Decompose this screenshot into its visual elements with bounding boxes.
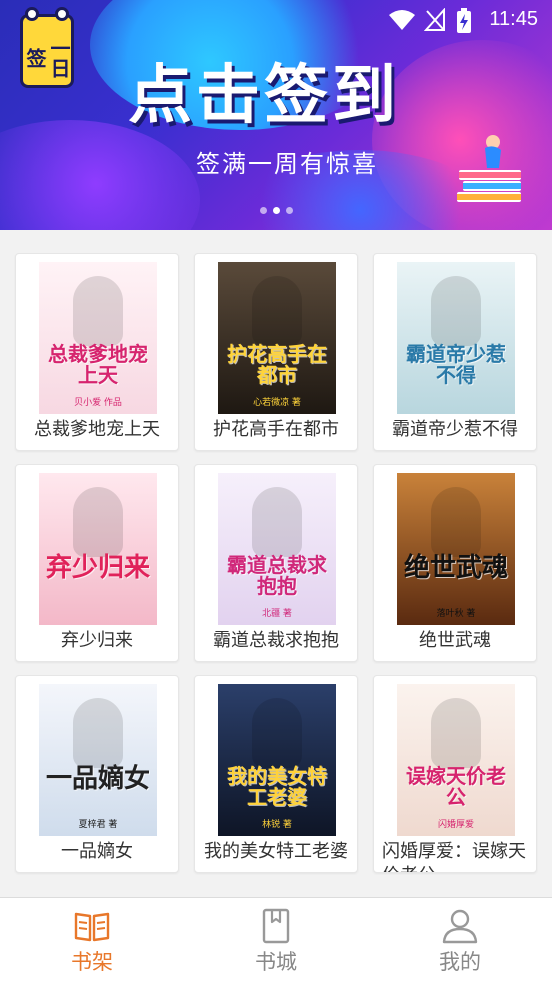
pager-dot-active[interactable] (273, 207, 280, 214)
calendar-ring (55, 7, 69, 21)
cover-title: 霸道总裁求抱抱 (227, 553, 327, 598)
book-title[interactable]: 霸道总裁求抱抱 (203, 629, 349, 653)
book-stack-icon (457, 135, 521, 202)
book-cover[interactable]: 护花高手在都市心若微凉 著 (218, 262, 336, 414)
cover-title: 弃少归来 (45, 553, 150, 583)
cover-illustration (252, 487, 302, 557)
book-card[interactable]: 总裁爹地宠上天 贝小爱 作品 总裁爹地宠上天 (15, 253, 179, 451)
tab-label: 书城 (255, 950, 297, 974)
tab-bookstore[interactable]: 书城 (184, 898, 368, 981)
pager-dot[interactable] (286, 207, 293, 214)
banner-subtitle: 签满一周有惊喜 (196, 150, 378, 178)
book-cover[interactable]: 霸道总裁求抱抱北疆 著 (218, 473, 336, 625)
status-time: 11:45 (489, 8, 538, 30)
book-title[interactable]: 弃少归来 (24, 629, 170, 653)
cover-author: 落叶秋 著 (436, 609, 476, 619)
cover-title: 霸道帝少惹不得 (406, 342, 506, 387)
book-title[interactable]: 总裁爹地宠上天 (24, 418, 170, 442)
book-cover[interactable]: 绝世武魂 落叶秋 著 (397, 473, 515, 625)
cover-title: 绝世武魂 (403, 553, 508, 583)
user-icon (442, 909, 478, 944)
book-title[interactable]: 我的美女特工老婆 (203, 840, 349, 864)
book-card[interactable]: 霸道帝少惹不得 霸道帝少惹不得 (373, 253, 537, 451)
banner-title: 点击签到 (128, 59, 400, 133)
bookmark-book-icon (262, 908, 290, 944)
cover-author: 闪婚厚爱 (437, 820, 474, 830)
cover-author: 北疆 著 (262, 609, 292, 619)
cover-title: 误嫁天价老公 (406, 764, 506, 809)
cover-author: 夏梓君 著 (78, 820, 118, 830)
book-title[interactable]: 一品嫡女 (24, 840, 170, 864)
sign-in-banner[interactable]: 11:45 一日签 点击签到 签满一周有惊喜 (0, 0, 552, 230)
cover-title: 我的美女特工老婆 (227, 764, 327, 809)
cover-title: 总裁爹地宠上天 (48, 342, 148, 387)
tab-bookshelf[interactable]: 书架 (0, 898, 184, 981)
book-card[interactable]: 绝世武魂 落叶秋 著绝世武魂 (373, 464, 537, 662)
book-cover[interactable]: 总裁爹地宠上天贝小爱 作品 (39, 262, 157, 414)
book-cover[interactable]: 一品嫡女 夏梓君 著 (39, 684, 157, 836)
cover-illustration (73, 276, 123, 346)
cover-illustration (252, 276, 302, 346)
cover-illustration (252, 698, 302, 768)
cover-author: 心若微凉 著 (253, 398, 301, 408)
cover-illustration (431, 698, 481, 768)
bookshelf-grid: 总裁爹地宠上天 贝小爱 作品 总裁爹地宠上天 护花高手在都市 心若微凉 著护花高手在都市… (15, 253, 537, 873)
book-card[interactable]: 一品嫡女 夏梓君 著一品嫡女 (15, 675, 179, 873)
cover-author: 贝小爱 作品 (74, 398, 122, 408)
banner-pager[interactable] (260, 207, 293, 214)
book-title[interactable]: 护花高手在都市 (203, 418, 349, 442)
book-title[interactable]: 霸道帝少惹不得 (382, 418, 528, 442)
signal-off-icon (424, 8, 445, 31)
book-title[interactable]: 绝世武魂 (382, 629, 528, 653)
wifi-icon (389, 10, 415, 30)
calendar-logo-icon: 一日签 (20, 7, 74, 88)
status-bar: 11:45 (0, 0, 552, 40)
cover-illustration (73, 698, 123, 768)
tab-profile[interactable]: 我的 (368, 898, 552, 981)
logo-text: 一日签 (23, 38, 71, 78)
book-cover[interactable]: 弃少归来 (39, 473, 157, 625)
book-open-icon (74, 912, 110, 942)
book-card[interactable]: 护花高手在都市 心若微凉 著护花高手在都市 (194, 253, 358, 451)
cover-title: 护花高手在都市 (227, 342, 327, 387)
cover-illustration (431, 276, 481, 346)
book-card[interactable]: 弃少归来 弃少归来 (15, 464, 179, 662)
tab-label: 我的 (439, 950, 481, 974)
cover-author: 林锐 著 (262, 820, 292, 830)
cover-illustration (431, 487, 481, 557)
calendar-ring (25, 7, 39, 21)
cover-illustration (73, 487, 123, 557)
book-cover[interactable]: 我的美女特工老婆林锐 著 (218, 684, 336, 836)
book-cover[interactable]: 误嫁天价老公闪婚厚爱 (397, 684, 515, 836)
banner-decoration (0, 120, 200, 230)
book-card[interactable]: 误嫁天价老公闪婚厚爱闪婚厚爱：误嫁天价老公 (373, 675, 537, 873)
pager-dot[interactable] (260, 207, 267, 214)
book-card[interactable]: 霸道总裁求抱抱 北疆 著霸道总裁求抱抱 (194, 464, 358, 662)
bottom-navigation: 书架 书城 我的 (0, 897, 552, 981)
tab-label: 书架 (71, 950, 113, 974)
book-card[interactable]: 我的美女特工老婆 林锐 著我的美女特工老婆 (194, 675, 358, 873)
cover-title: 一品嫡女 (45, 764, 150, 794)
book-cover[interactable]: 霸道帝少惹不得 (397, 262, 515, 414)
book-title[interactable]: 闪婚厚爱：误嫁天价老公 (382, 840, 528, 872)
battery-charging-icon (457, 8, 471, 33)
